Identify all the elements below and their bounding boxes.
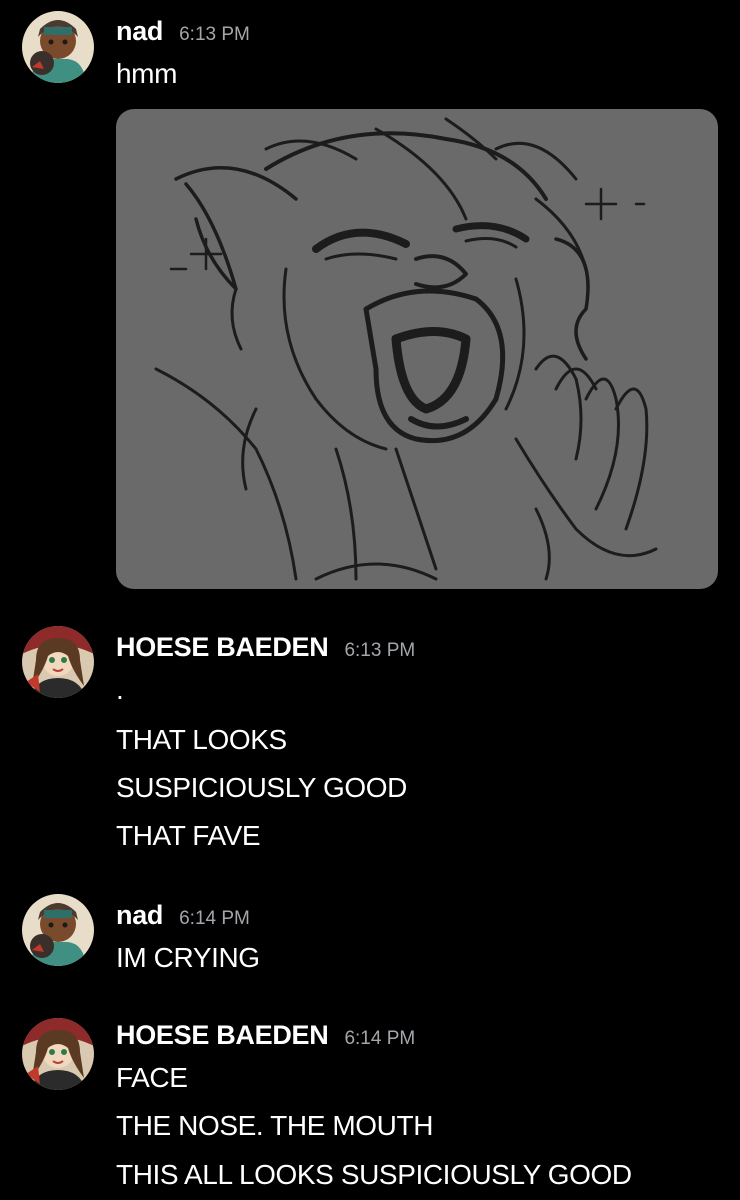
sketch-image [154, 117, 658, 581]
avatar-nad[interactable] [22, 894, 94, 966]
message-text: FACE [116, 1062, 188, 1093]
avatar-nad[interactable] [22, 11, 94, 83]
message-text: . [116, 674, 124, 705]
avatar-hoese-image [22, 1018, 94, 1090]
avatar-hoese-baeden[interactable] [22, 1018, 94, 1090]
message-text: IM CRYING [116, 942, 260, 973]
username[interactable]: HOESE BAEDEN [116, 1020, 329, 1051]
message-header: HOESE BAEDEN 6:14 PM [116, 1020, 415, 1051]
message-header: nad 6:13 PM [116, 16, 250, 47]
message-header: HOESE BAEDEN 6:13 PM [116, 632, 415, 663]
message-text: THIS ALL LOOKS SUSPICIOUSLY GOOD [116, 1159, 632, 1190]
timestamp: 6:13 PM [344, 640, 416, 661]
timestamp: 6:13 PM [179, 24, 250, 45]
message-text: THAT FAVE [116, 820, 261, 851]
avatar-hoese-baeden[interactable] [22, 626, 94, 698]
message-text: THAT LOOKS [116, 724, 287, 755]
avatar-hoese-image [22, 626, 94, 698]
timestamp: 6:14 PM [179, 908, 250, 929]
image-attachment[interactable] [116, 109, 718, 589]
message-group-hoese-1: HOESE BAEDEN 6:13 PM . THAT LOOKS SUSPIC… [0, 620, 740, 880]
avatar-nad-image [22, 894, 94, 966]
message-header: nad 6:14 PM [116, 900, 250, 931]
message-text: SUSPICIOUSLY GOOD [116, 772, 407, 803]
username[interactable]: nad [116, 900, 163, 931]
username[interactable]: nad [116, 16, 163, 47]
message-text: THE NOSE. THE MOUTH [116, 1110, 434, 1141]
avatar-nad-image [22, 11, 94, 83]
message-text: hmm [116, 58, 178, 89]
message-group-nad-1: nad 6:13 PM hmm [0, 0, 740, 600]
timestamp: 6:14 PM [344, 1028, 416, 1049]
message-group-hoese-2: HOESE BAEDEN 6:14 PM FACE THE NOSE. THE … [0, 1010, 740, 1200]
username[interactable]: HOESE BAEDEN [116, 632, 329, 663]
message-group-nad-2: nad 6:14 PM IM CRYING [0, 890, 740, 1000]
